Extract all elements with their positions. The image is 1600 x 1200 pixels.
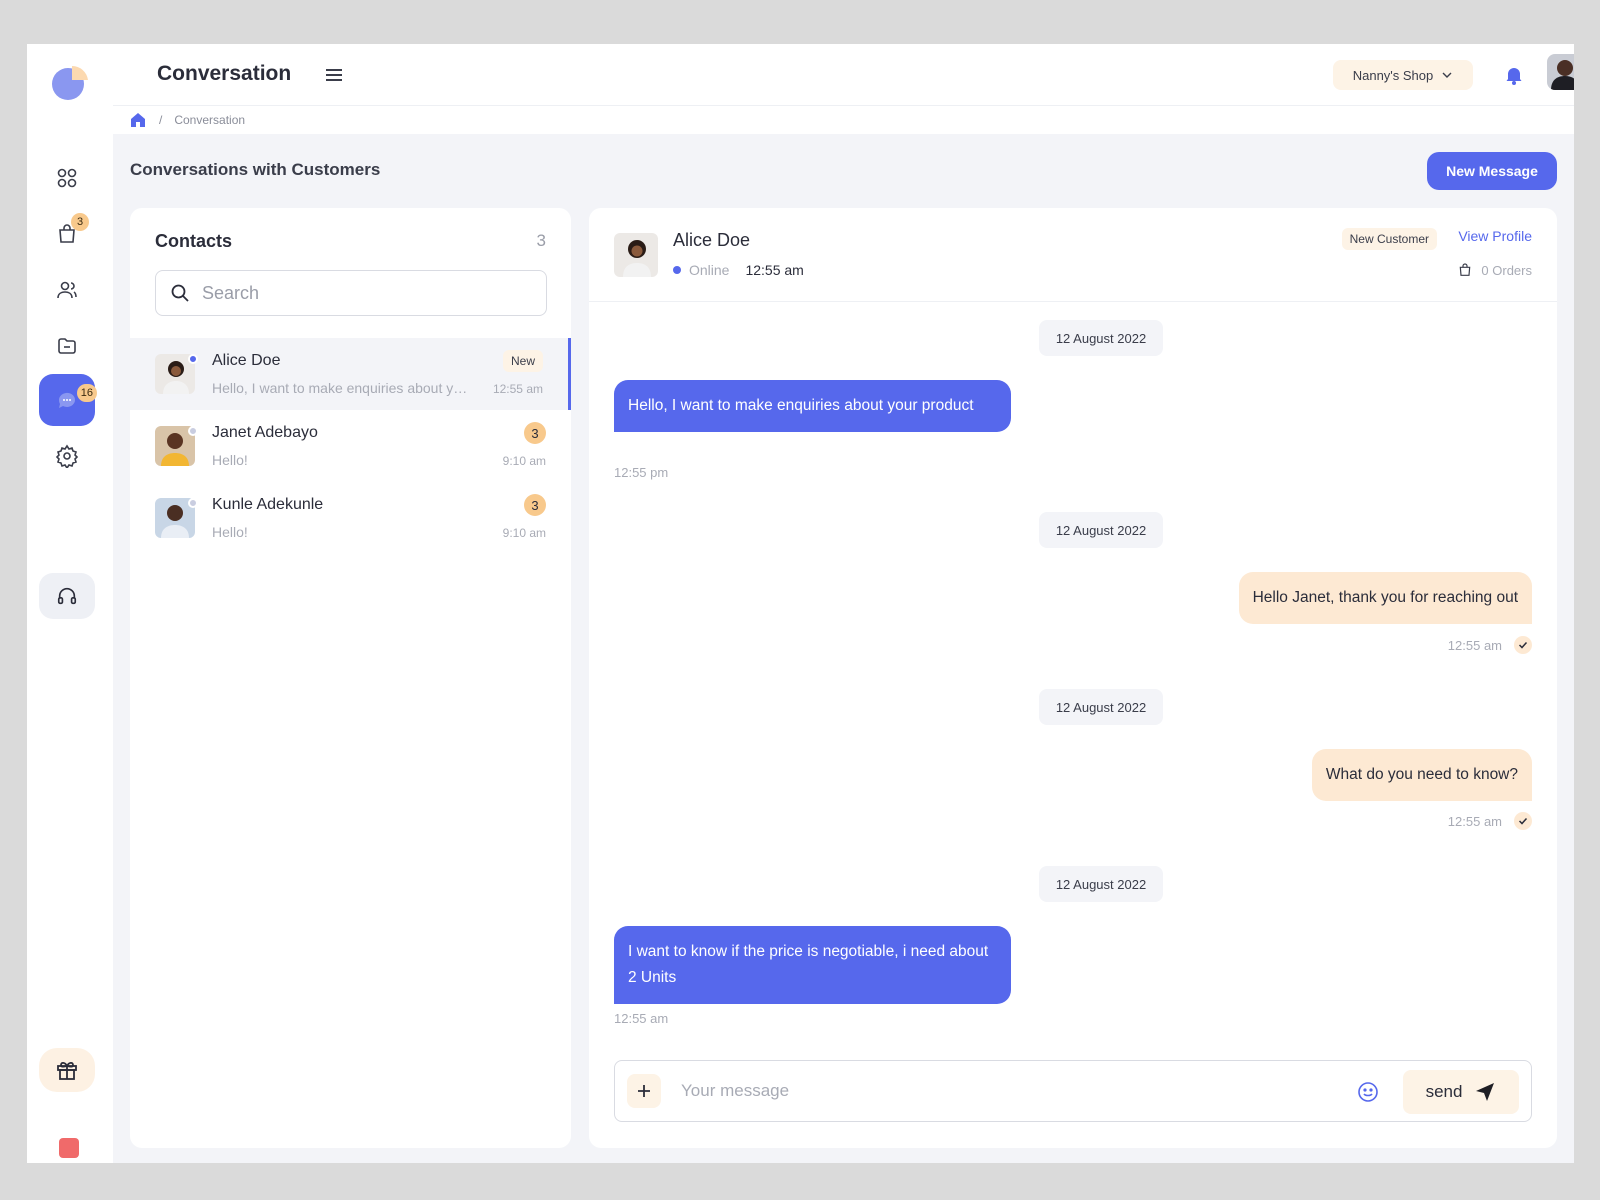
gear-icon (55, 444, 79, 468)
orders-badge: 3 (71, 213, 89, 231)
message-meta: 12:55 am (1448, 636, 1532, 654)
user-avatar[interactable] (1547, 54, 1574, 90)
gift-icon (57, 1061, 77, 1080)
plus-icon (638, 1085, 650, 1097)
logout-icon[interactable] (59, 1138, 79, 1158)
contact-item-janet-adebayo[interactable]: Janet Adebayo Hello! 3 9:10 am (130, 410, 571, 482)
sidebar-item-settings[interactable] (39, 430, 95, 482)
read-check-icon (1514, 636, 1532, 654)
chat-icon (58, 392, 75, 408)
message-bubble-outgoing: What do you need to know? (1311, 749, 1532, 801)
top-bar: Conversation Nanny's Shop (113, 44, 1574, 106)
search-box[interactable] (155, 270, 547, 316)
orders-count: 0 Orders (1457, 262, 1532, 278)
message-time: 12:55 am (1447, 813, 1502, 829)
orders-text: 0 Orders (1481, 262, 1532, 278)
sidebar-item-conversations[interactable]: 16 (39, 374, 97, 426)
contact-item-alice-doe[interactable]: Alice Doe Hello, I want to make enquirie… (130, 338, 571, 410)
contact-item-kunle-adekunle[interactable]: Kunle Adekunle Hello! 3 9:10 am (130, 482, 571, 554)
app-frame: 3 16 Conversation Nanny's Shop / Convers… (27, 44, 1574, 1163)
emoji-icon[interactable] (1357, 1081, 1379, 1103)
message-bubble-outgoing: Hello Janet, thank you for reaching out (1238, 572, 1532, 624)
new-message-button[interactable]: New Message (1427, 152, 1557, 190)
contact-preview: Hello, I want to make enquiries about yo… (212, 380, 472, 396)
conversations-badge: 16 (76, 384, 97, 402)
message-time: 12:55 am (1447, 637, 1502, 653)
folder-icon (58, 338, 76, 354)
date-divider: 12 August 2022 (1039, 866, 1163, 902)
page-title: Conversation (157, 62, 292, 85)
sidebar-item-inventory[interactable] (39, 320, 95, 372)
sidebar-item-customers[interactable] (39, 264, 95, 316)
contact-name: Kunle Adekunle (212, 496, 324, 513)
contacts-panel: Contacts 3 Alice Doe Hello, I want to ma… (130, 208, 571, 1148)
sidebar: 3 16 (27, 44, 113, 1163)
send-label: send (1425, 1082, 1463, 1101)
status-time: 12:55 am (745, 262, 804, 278)
shopping-bag-icon (1460, 263, 1471, 276)
chat-contact-name: Alice Doe (673, 230, 751, 250)
offline-indicator (188, 426, 198, 436)
unread-count-badge: 3 (524, 494, 546, 516)
message-meta: 12:55 am (1448, 812, 1532, 830)
date-divider: 12 August 2022 (1039, 512, 1163, 548)
paper-plane-icon (1476, 1083, 1495, 1101)
contact-name: Janet Adebayo (212, 424, 318, 441)
read-check-icon (1514, 812, 1532, 830)
status-text: Online (689, 262, 730, 278)
contact-preview: Hello! (212, 524, 248, 540)
online-indicator (673, 266, 681, 274)
sidebar-item-orders[interactable]: 3 (39, 208, 95, 260)
date-divider: 12 August 2022 (1039, 320, 1163, 356)
online-indicator (188, 354, 198, 364)
send-button[interactable]: send (1403, 1070, 1519, 1114)
message-time: 12:55 pm (614, 465, 669, 480)
breadcrumb: / Conversation (113, 106, 1574, 134)
headphones-icon (57, 587, 77, 605)
search-icon (171, 284, 189, 302)
message-composer: send (614, 1060, 1532, 1122)
message-bubble-incoming: Hello, I want to make enquiries about yo… (614, 380, 1011, 432)
message-bubble-incoming: I want to know if the price is negotiabl… (614, 926, 1011, 1004)
app-logo-icon[interactable] (50, 62, 90, 102)
contacts-count: 3 (536, 231, 546, 250)
chat-avatar (614, 233, 658, 277)
hamburger-menu-icon[interactable] (323, 64, 345, 86)
unread-count-badge: 3 (524, 422, 546, 444)
home-icon[interactable] (129, 111, 147, 129)
user-avatar-image (1547, 54, 1574, 90)
message-time: 12:55 am (614, 1011, 669, 1026)
new-tag: New (502, 350, 543, 372)
contact-time: 9:10 am (502, 526, 546, 540)
shop-name: Nanny's Shop (1352, 67, 1434, 83)
offline-indicator (188, 498, 198, 508)
contact-name: Alice Doe (212, 352, 281, 369)
dashboard-icon (57, 168, 77, 188)
shop-selector[interactable]: Nanny's Shop (1333, 60, 1473, 90)
date-divider: 12 August 2022 (1039, 689, 1163, 725)
search-input[interactable] (202, 282, 522, 304)
sidebar-item-dashboard[interactable] (39, 152, 95, 204)
support-button[interactable] (39, 573, 95, 619)
chat-status: Online 12:55 am (673, 262, 804, 278)
contact-time: 9:10 am (502, 454, 546, 468)
view-profile-link[interactable]: View Profile (1458, 228, 1532, 244)
chat-header: Alice Doe Online 12:55 am New Customer V… (589, 208, 1557, 302)
attach-button[interactable] (627, 1074, 661, 1108)
chat-panel: Alice Doe Online 12:55 am New Customer V… (589, 208, 1557, 1148)
contact-time: 12:55 am (492, 382, 543, 396)
notification-bell-icon[interactable] (1503, 64, 1525, 86)
section-title: Conversations with Customers (130, 160, 381, 179)
message-input[interactable] (681, 1077, 1321, 1105)
gift-button[interactable] (39, 1048, 95, 1092)
contacts-title: Contacts (155, 231, 233, 251)
chevron-down-icon (1442, 72, 1452, 78)
contact-preview: Hello! (212, 452, 248, 468)
users-icon (57, 281, 77, 299)
breadcrumb-separator: / (159, 113, 163, 127)
new-customer-tag: New Customer (1341, 228, 1437, 250)
breadcrumb-current[interactable]: Conversation (174, 113, 245, 127)
